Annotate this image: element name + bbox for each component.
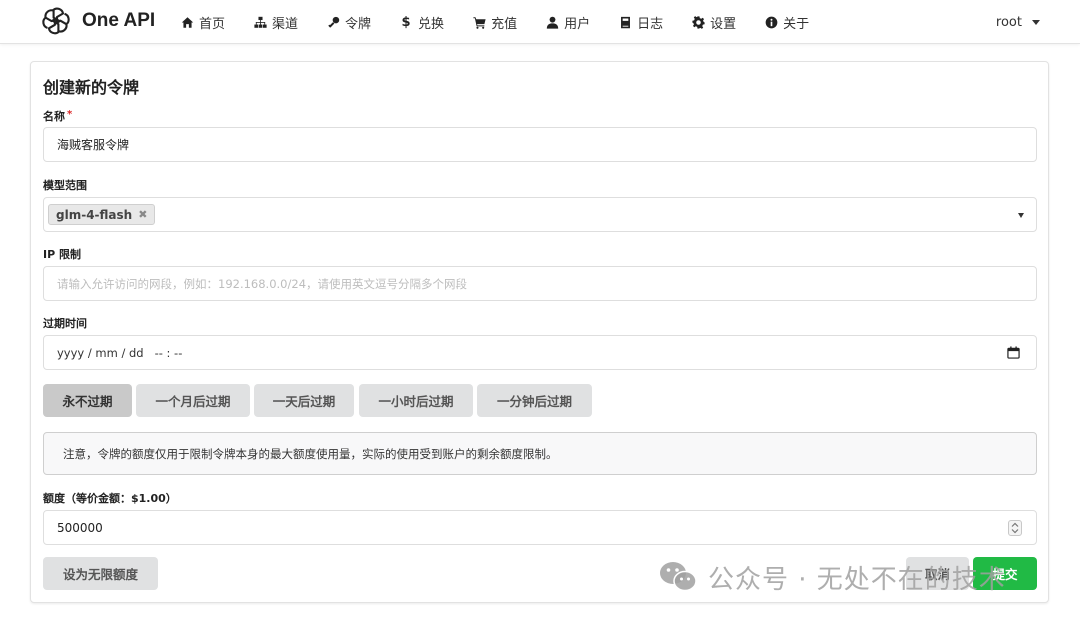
user-icon [545, 15, 559, 29]
quota-notice: 注意，令牌的额度仅用于限制令牌本身的最大额度使用量，实际的使用受到账户的剩余额度… [43, 432, 1037, 475]
models-select[interactable]: glm-4-flash ✖ [43, 197, 1037, 232]
nav-item-about[interactable]: 关于 [764, 13, 809, 32]
name-input-value: 海贼客服令牌 [57, 138, 130, 152]
required-mark: * [67, 109, 73, 120]
user-menu[interactable]: root [996, 0, 1040, 44]
create-token-card: 创建新的令牌 名称 * 海贼客服令牌 模型范围 glm-4-flash ✖ IP … [30, 61, 1049, 603]
expire-one-minute-button[interactable]: 一分钟后过期 [477, 384, 592, 417]
page-title: 创建新的令牌 [43, 78, 140, 97]
expire-one-day-button[interactable]: 一天后过期 [254, 384, 354, 417]
username: root [995, 14, 1022, 30]
submit-button[interactable]: 提交 [973, 557, 1037, 590]
sitemap-icon [253, 15, 267, 29]
models-label: 模型范围 [43, 179, 87, 192]
nav-label: 令牌 [345, 16, 372, 32]
never-expire-button[interactable]: 永不过期 [43, 384, 132, 417]
key-icon [326, 15, 340, 29]
dropdown-caret-icon[interactable] [1018, 213, 1024, 218]
cancel-button[interactable]: 取消 [906, 557, 969, 590]
main-nav: 首页 渠道 令牌 $ 兑换 充值 用户 日志 设置 关于 [180, 0, 837, 44]
nav-label: 渠道 [272, 16, 299, 32]
model-chip-label: glm-4-flash [56, 207, 133, 222]
nav-item-redeem[interactable]: $ 兑换 [399, 13, 445, 32]
top-navbar: One API 首页 渠道 令牌 $ 兑换 充值 用户 日志 设置 关于 roo… [0, 0, 1080, 44]
expire-datetime-input[interactable]: yyyy / mm / dd -- : -- [43, 335, 1037, 370]
chevron-down-icon [1032, 19, 1040, 25]
brand[interactable]: One API [40, 5, 155, 37]
number-spinner-icon[interactable] [1008, 520, 1022, 536]
quota-input[interactable]: 500000 [43, 510, 1037, 545]
info-icon [764, 15, 778, 29]
set-unlimited-quota-button[interactable]: 设为无限额度 [43, 557, 158, 590]
expire-one-hour-button[interactable]: 一小时后过期 [359, 384, 473, 417]
brand-name: One API [82, 10, 156, 31]
ip-input[interactable]: 请输入允许访问的网段，例如：192.168.0.0/24，请使用英文逗号分隔多个… [43, 266, 1037, 301]
dollar-icon: $ [401, 14, 411, 30]
remove-chip-icon[interactable]: ✖ [138, 208, 147, 221]
quota-input-value: 500000 [57, 520, 103, 535]
ip-input-placeholder: 请输入允许访问的网段，例如：192.168.0.0/24，请使用英文逗号分隔多个… [57, 276, 468, 291]
cart-icon [472, 15, 486, 29]
nav-item-tokens[interactable]: 令牌 [326, 13, 371, 32]
expire-input-value: yyyy / mm / dd -- : -- [57, 345, 183, 360]
nav-item-topup[interactable]: 充值 [472, 13, 517, 32]
nav-item-users[interactable]: 用户 [545, 13, 590, 32]
ip-label: IP 限制 [43, 248, 81, 261]
nav-label: 兑换 [418, 16, 445, 32]
expire-one-month-button[interactable]: 一个月后过期 [136, 384, 250, 417]
quota-notice-text: 注意，令牌的额度仅用于限制令牌本身的最大额度使用量，实际的使用受到账户的剩余额度… [63, 446, 558, 461]
nav-label: 设置 [710, 16, 737, 32]
name-label: 名称 * [43, 108, 72, 124]
quota-label: 额度（等价金额：$1.00） [43, 492, 177, 505]
nav-label: 首页 [199, 16, 226, 32]
nav-label: 关于 [783, 16, 810, 32]
gear-icon [691, 15, 705, 29]
home-icon [180, 15, 194, 29]
nav-item-settings[interactable]: 设置 [691, 13, 736, 32]
expire-label: 过期时间 [43, 317, 87, 330]
openai-logo-icon [42, 7, 70, 35]
calendar-icon[interactable] [1007, 346, 1020, 359]
nav-item-logs[interactable]: 日志 [618, 13, 663, 32]
nav-label: 用户 [564, 16, 591, 32]
nav-item-home[interactable]: 首页 [180, 13, 225, 32]
model-chip: glm-4-flash ✖ [48, 204, 156, 225]
name-label-text: 名称 [43, 110, 65, 123]
nav-label: 充值 [491, 16, 518, 32]
name-input[interactable]: 海贼客服令牌 [43, 127, 1037, 162]
nav-item-channels[interactable]: 渠道 [253, 13, 298, 32]
book-icon [618, 15, 632, 29]
nav-label: 日志 [637, 16, 664, 32]
